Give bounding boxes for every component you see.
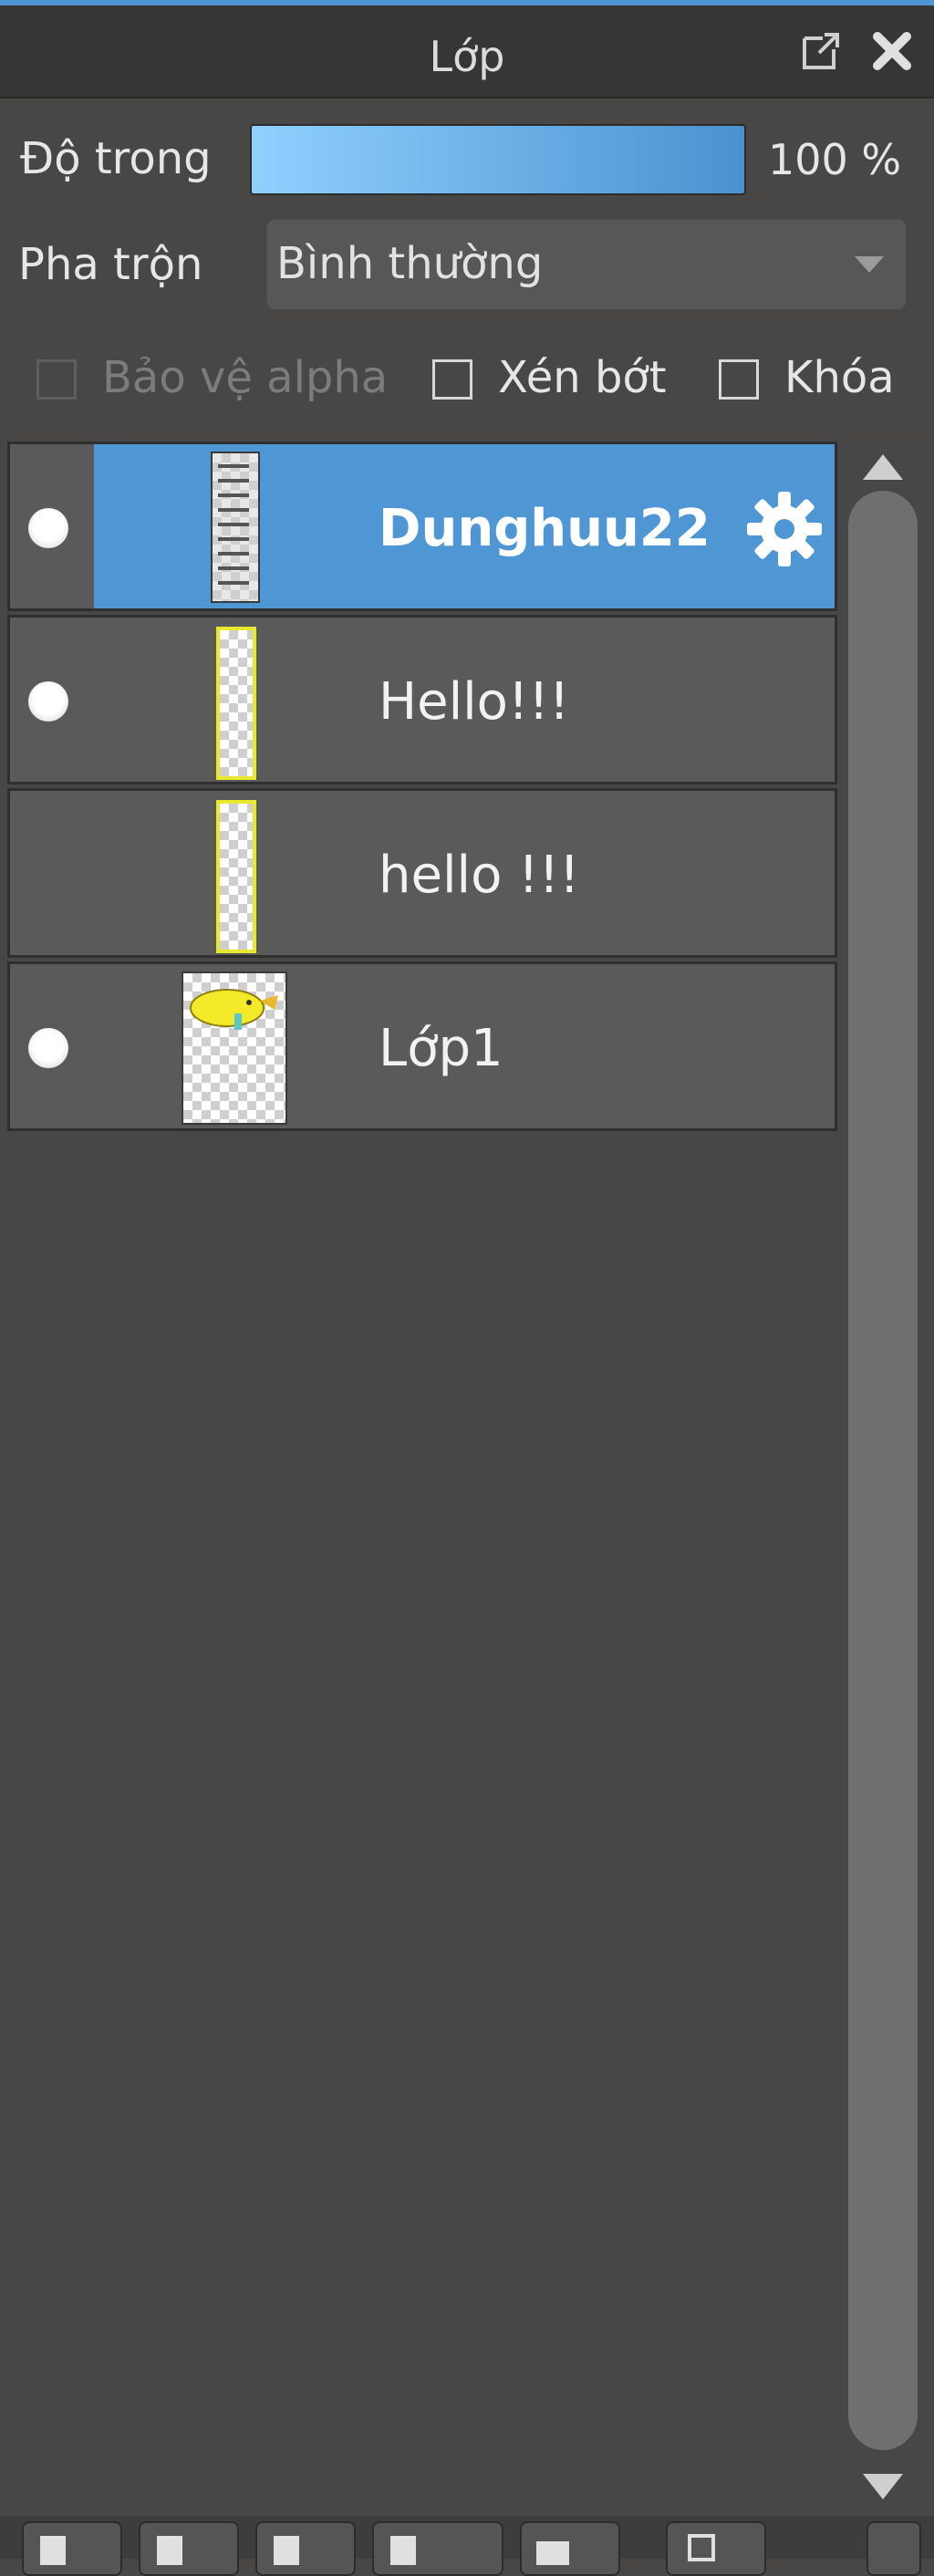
panel-titlebar[interactable]: Lớp [0,5,934,99]
layer-name: Lớp1 [379,1019,503,1078]
new-layer-icon [40,2536,66,2565]
folder-icon [536,2541,569,2565]
scroll-down-icon[interactable] [859,2468,907,2505]
layer-name: Hello!!! [379,672,570,732]
tone-layer-icon [274,2536,299,2565]
new-tone-layer-button[interactable] [255,2521,356,2576]
visibility-eye-icon[interactable] [28,681,68,722]
new-raster-layer-button[interactable] [139,2521,239,2576]
gear-icon[interactable] [745,490,824,568]
layer-thumbnail [216,627,256,780]
layer-thumbnail [211,452,260,603]
blend-mode-value: Bình thường [276,238,544,289]
layer-name: Dunghuu22 [379,499,711,558]
new-vector-layer-button[interactable] [372,2521,503,2576]
bird-drawing-icon [190,989,278,1030]
duplicate-layer-button[interactable] [666,2521,766,2576]
new-layer-button[interactable] [22,2521,122,2576]
opacity-value: 100 % [768,135,902,184]
text-lines-icon [218,464,249,585]
layer-thumbnail [216,800,256,953]
blend-label: Pha trộn [18,239,203,290]
new-folder-button[interactable] [520,2521,620,2576]
opacity-slider[interactable] [250,124,746,195]
lock-checkbox[interactable] [719,359,759,400]
duplicate-icon [688,2534,715,2561]
opacity-label: Độ trong [20,133,212,184]
visibility-eye-icon[interactable] [28,1028,68,1068]
layer-name: hello !!! [379,846,580,905]
protect-alpha-checkbox[interactable] [36,359,77,400]
layer-menu-button[interactable] [867,2521,921,2576]
vector-layer-icon [390,2536,416,2565]
clipping-label: Xén bớt [498,352,667,403]
layer-row[interactable]: Dunghuu22 [7,441,837,611]
layer-row[interactable]: Lớp1 [7,961,837,1131]
protect-alpha-label: Bảo vệ alpha [102,352,389,403]
visibility-eye-icon[interactable] [28,508,68,548]
popout-icon[interactable] [799,29,843,73]
close-icon[interactable] [868,27,916,75]
layer-toolbar [0,2516,934,2576]
chevron-down-icon [855,256,884,273]
layer-row[interactable]: hello !!! [7,788,837,958]
layer-list-scrollbar[interactable] [839,441,927,2516]
scroll-thumb[interactable] [848,491,918,2450]
layer-thumbnail [182,971,287,1125]
panel-title: Lớp [429,32,505,81]
lock-label: Khóa [784,352,895,403]
scroll-up-icon[interactable] [859,449,907,485]
clipping-checkbox[interactable] [432,359,472,400]
layer-row[interactable]: Hello!!! [7,615,837,784]
raster-layer-icon [157,2536,182,2565]
blend-mode-select[interactable]: Bình thường [266,219,907,310]
